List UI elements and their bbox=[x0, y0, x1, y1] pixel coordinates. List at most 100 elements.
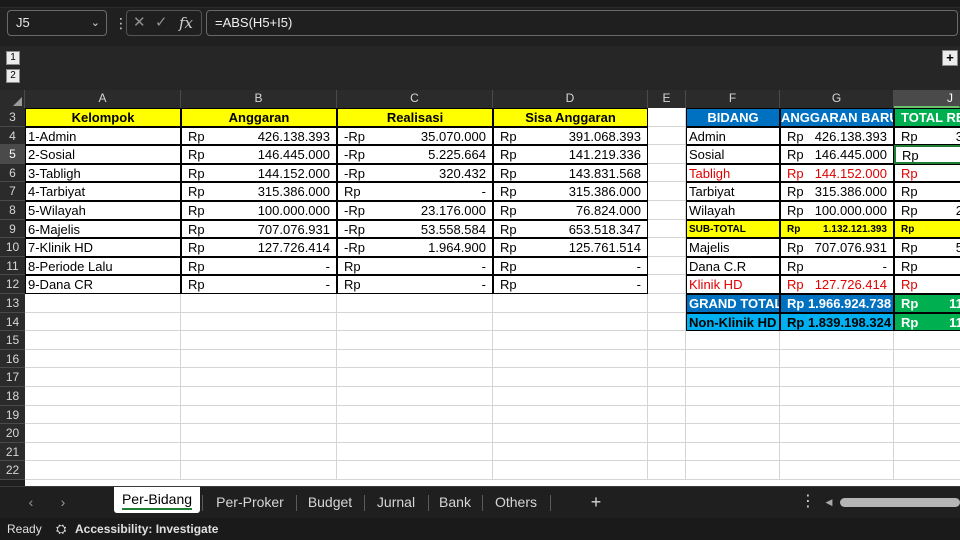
tab-jurnal[interactable]: Jurnal bbox=[366, 487, 426, 517]
empty-cell[interactable] bbox=[25, 442, 181, 462]
col-header-d[interactable]: D bbox=[493, 90, 648, 108]
cell-anggaran-baru[interactable]: Rp 100.000.000 bbox=[780, 201, 894, 220]
cell-total-realisasi[interactable]: Rp5.2 bbox=[894, 145, 960, 164]
empty-cell[interactable] bbox=[337, 405, 493, 425]
empty-cell[interactable] bbox=[780, 349, 894, 369]
col-header-e[interactable]: E bbox=[648, 90, 686, 108]
cell-kelompok[interactable]: 9-Dana CR bbox=[25, 275, 181, 294]
scroll-left-icon[interactable]: ◀ bbox=[822, 487, 836, 517]
empty-cell[interactable] bbox=[25, 312, 181, 332]
empty-cell[interactable] bbox=[493, 387, 648, 406]
cell-total-realisasi[interactable]: Rp1.9 bbox=[894, 275, 960, 294]
cell-realisasi[interactable]: -Rp 5.225.664 bbox=[337, 145, 493, 164]
empty-cell[interactable] bbox=[894, 406, 960, 425]
cell-realisasi[interactable]: -Rp 1.964.900 bbox=[337, 238, 493, 257]
tab-options-icon[interactable]: ⋮ bbox=[798, 487, 818, 517]
header-sisa-anggaran[interactable]: Sisa Anggaran bbox=[493, 108, 648, 127]
empty-cell[interactable] bbox=[181, 405, 337, 425]
cell-sisa[interactable]: Rp 125.761.514 bbox=[493, 238, 648, 257]
cell-total-realisasi[interactable]: Rp 53.5 bbox=[894, 238, 960, 257]
tab-per-bidang[interactable]: Per-Bidang bbox=[114, 487, 200, 513]
empty-cell[interactable] bbox=[648, 108, 686, 127]
row-header[interactable]: 11 bbox=[0, 256, 25, 276]
cell-sisa[interactable]: Rp 653.518.347 bbox=[493, 219, 648, 239]
outline-level-1[interactable]: 1 bbox=[6, 51, 20, 65]
empty-cell[interactable] bbox=[648, 294, 686, 313]
empty-cell[interactable] bbox=[894, 350, 960, 369]
cell-bidang[interactable]: Dana C.R bbox=[686, 256, 780, 276]
empty-cell[interactable] bbox=[686, 331, 780, 350]
empty-cell[interactable] bbox=[181, 442, 337, 462]
empty-cell[interactable] bbox=[894, 387, 960, 406]
horizontal-scrollbar[interactable] bbox=[840, 498, 960, 507]
empty-cell[interactable] bbox=[894, 424, 960, 443]
header-total-realisasi[interactable]: TOTAL REA bbox=[894, 108, 960, 127]
empty-cell[interactable] bbox=[25, 424, 181, 443]
cell-bidang[interactable]: Majelis bbox=[686, 238, 780, 257]
cell-bidang[interactable]: Tarbiyat bbox=[686, 182, 780, 201]
empty-cell[interactable] bbox=[780, 387, 894, 406]
row-header[interactable]: 4 bbox=[0, 126, 25, 146]
empty-cell[interactable] bbox=[493, 424, 648, 443]
empty-cell[interactable] bbox=[648, 424, 686, 443]
cell-kelompok[interactable]: 4-Tarbiyat bbox=[25, 182, 181, 201]
empty-cell[interactable] bbox=[337, 331, 493, 350]
tab-budget[interactable]: Budget bbox=[298, 487, 362, 517]
cell-total-realisasi[interactable]: Rp 23.1 bbox=[894, 201, 960, 220]
cell-anggaran-baru[interactable]: Rp 707.076.931 bbox=[780, 238, 894, 257]
empty-cell[interactable] bbox=[686, 368, 780, 387]
empty-cell[interactable] bbox=[648, 405, 686, 425]
row-header[interactable]: 20 bbox=[0, 424, 25, 443]
row-header[interactable]: 6 bbox=[0, 163, 25, 183]
empty-cell[interactable] bbox=[780, 424, 894, 443]
row-header[interactable]: 8 bbox=[0, 201, 25, 220]
empty-cell[interactable] bbox=[648, 275, 686, 294]
accessibility-status[interactable]: Accessibility: Investigate bbox=[75, 518, 218, 540]
empty-cell[interactable] bbox=[337, 424, 493, 443]
cell-bidang[interactable]: Sosial bbox=[686, 145, 780, 164]
cell-sisa[interactable]: Rp 391.068.393 bbox=[493, 126, 648, 146]
tab-bank[interactable]: Bank bbox=[430, 487, 480, 517]
cell-anggaran-baru[interactable]: Rp 1.132.121.393 bbox=[780, 219, 894, 239]
empty-cell[interactable] bbox=[25, 331, 181, 350]
empty-cell[interactable] bbox=[25, 461, 181, 480]
add-sheet-button[interactable]: + bbox=[584, 487, 608, 517]
row-header[interactable]: 9 bbox=[0, 219, 25, 239]
empty-cell[interactable] bbox=[780, 461, 894, 480]
empty-cell[interactable] bbox=[894, 331, 960, 350]
empty-cell[interactable] bbox=[181, 387, 337, 406]
empty-cell[interactable] bbox=[493, 405, 648, 425]
empty-cell[interactable] bbox=[648, 238, 686, 257]
empty-cell[interactable] bbox=[894, 461, 960, 480]
cell-anggaran-baru[interactable]: Rp 127.726.414 bbox=[780, 275, 894, 294]
empty-cell[interactable] bbox=[25, 405, 181, 425]
empty-cell[interactable] bbox=[648, 163, 686, 183]
empty-cell[interactable] bbox=[493, 368, 648, 387]
empty-cell[interactable] bbox=[337, 368, 493, 387]
cell-total-realisasi[interactable]: Rp3 bbox=[894, 163, 960, 183]
empty-cell[interactable] bbox=[686, 442, 780, 462]
row-header[interactable]: 22 bbox=[0, 461, 25, 480]
header-anggaran-baru[interactable]: ANGGARAN BARU bbox=[780, 108, 894, 127]
cell-anggaran-baru[interactable]: Rp 144.152.000 bbox=[780, 163, 894, 183]
empty-cell[interactable] bbox=[648, 312, 686, 332]
empty-cell[interactable] bbox=[648, 219, 686, 239]
cell-anggaran[interactable]: Rp 100.000.000 bbox=[181, 201, 337, 220]
empty-cell[interactable] bbox=[648, 201, 686, 220]
cell-total-realisasi[interactable]: Rp 117.3 bbox=[894, 312, 960, 332]
cell-sisa[interactable]: Rp 315.386.000 bbox=[493, 182, 648, 201]
cell-bidang[interactable]: Klinik HD bbox=[686, 275, 780, 294]
empty-cell[interactable] bbox=[25, 294, 181, 313]
row-header[interactable]: 3 bbox=[0, 108, 25, 127]
accessibility-icon[interactable]: ⛭ bbox=[56, 518, 66, 540]
select-all-corner[interactable] bbox=[0, 90, 25, 108]
cell-bidang[interactable]: Admin bbox=[686, 126, 780, 146]
empty-cell[interactable] bbox=[25, 349, 181, 369]
cancel-icon[interactable]: ✕ bbox=[133, 13, 146, 33]
empty-cell[interactable] bbox=[780, 442, 894, 462]
cell-realisasi[interactable]: Rp - bbox=[337, 182, 493, 201]
empty-cell[interactable] bbox=[181, 368, 337, 387]
empty-cell[interactable] bbox=[686, 461, 780, 480]
empty-cell[interactable] bbox=[648, 442, 686, 462]
col-header-a[interactable]: A bbox=[25, 90, 181, 108]
